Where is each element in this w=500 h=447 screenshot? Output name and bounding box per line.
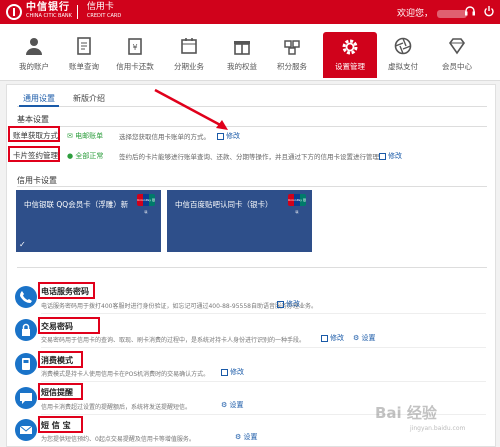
nav-settings[interactable]: 设置管理	[323, 32, 377, 78]
mail-icon	[15, 419, 37, 441]
aperture-icon	[394, 37, 412, 55]
edit-icon	[217, 132, 224, 140]
nav-label: 信用卡还款	[116, 62, 154, 71]
citic-logo-icon	[6, 4, 22, 20]
card-signing-status: ● 全部正常	[67, 152, 104, 160]
highlight-box	[38, 383, 83, 400]
person-icon	[26, 38, 42, 55]
logo-en-text: CHINA CITIC BANK	[26, 13, 72, 19]
card-signing-edit-link[interactable]: 修改	[379, 151, 402, 161]
nav-bill-query[interactable]: 账单查询	[57, 24, 111, 80]
highlight-box	[8, 146, 60, 162]
card-name: 中信银联 QQ会员卡（浮雕）新	[24, 200, 129, 209]
nav-repayment[interactable]: ¥ 信用卡还款	[108, 24, 162, 80]
envelope-icon: ✉	[67, 132, 76, 140]
pos-icon	[15, 353, 37, 375]
gear-small-icon: ⚙	[353, 334, 362, 342]
unionpay-logo: UnionPay 银联	[137, 194, 155, 214]
card-icon: ¥	[128, 38, 142, 55]
highlight-box	[38, 282, 95, 299]
gear-small-icon: ⚙	[221, 401, 230, 409]
tab-general-settings[interactable]: 通用设置	[19, 92, 59, 107]
card-settings-title: 信用卡设置	[17, 176, 57, 185]
credit-card-baidu[interactable]: 中信百度贴吧认同卡（银卡） UnionPay 银联	[167, 190, 312, 252]
trade-password-desc: 交易密码用于信用卡的查询、取现、刷卡消费的过程中，是系统对持卡人身份进行识别的一…	[41, 337, 306, 344]
product-name: 信用卡	[86, 2, 114, 12]
highlight-box	[38, 416, 83, 433]
main-nav: 我的账户 账单查询 ¥ 信用卡还款 分期业务 我的权益 积分服务 设置管理 虚拟…	[0, 24, 500, 81]
power-icon[interactable]	[483, 5, 495, 17]
edit-icon	[221, 368, 228, 376]
bill-method-status: ✉ 电邮账单	[67, 132, 104, 140]
edit-icon	[321, 334, 328, 342]
points-icon	[284, 40, 300, 55]
phone-password-desc: 电话服务密码用于拨打400客服时进行身份验证，如忘记可通过400-88-9555…	[41, 303, 317, 310]
nav-label: 会员中心	[442, 62, 472, 71]
sms-alert-set-link[interactable]: ⚙ 设置	[221, 400, 244, 410]
gear-icon	[342, 39, 358, 55]
phone-password-edit-link[interactable]: 修改	[277, 299, 300, 309]
nav-label: 虚拟支付	[388, 62, 418, 71]
highlight-box	[8, 126, 60, 142]
unionpay-logo: UnionPay 银联	[288, 194, 306, 214]
selected-check-icon: ✓	[19, 240, 26, 249]
settings-panel: 通用设置 新版介绍 基本设置 账单获取方式 ✉ 电邮账单 选择您获取信用卡账单的…	[6, 84, 496, 447]
bill-method-desc: 选择您获取信用卡账单的方式。	[119, 133, 210, 141]
edit-icon	[277, 300, 284, 308]
spend-mode-desc: 消费模式是持卡人使用信用卡在POS机消费时的交易确认方式。	[41, 371, 210, 378]
baidu-watermark: Bai 经验	[375, 404, 437, 422]
bank-logo[interactable]: 中信银行 CHINA CITIC BANK 信用卡 CREDIT CARD	[6, 3, 121, 21]
phone-icon	[15, 286, 37, 308]
product-name-en: CREDIT CARD	[86, 13, 122, 19]
card-signing-desc: 签约后的卡片能够进行账单查询、还款、分期等操作，并且通过下方的信用卡设置进行管理	[119, 153, 379, 161]
nav-label: 分期业务	[174, 62, 204, 71]
username-blurred	[437, 9, 468, 18]
gift-icon	[234, 41, 250, 55]
nav-virtual-pay[interactable]: 虚拟支付	[376, 24, 430, 80]
sms-treasure-set-link[interactable]: ⚙ 设置	[235, 432, 258, 442]
highlight-box	[38, 317, 100, 334]
sms-icon	[15, 387, 37, 409]
trade-password-edit-link[interactable]: 修改	[321, 333, 344, 343]
nav-label: 积分服务	[277, 62, 307, 71]
sms-alert-desc: 信用卡消费超过设置的提醒额后，系统将发送提醒短信。	[41, 404, 192, 411]
bill-icon	[77, 37, 91, 55]
settings-tabs: 通用设置 新版介绍	[17, 92, 487, 107]
trade-password-set-link[interactable]: ⚙ 设置	[353, 333, 376, 343]
nav-installment[interactable]: 分期业务	[162, 24, 216, 80]
diamond-icon	[449, 38, 465, 55]
gear-small-icon: ⚙	[235, 433, 244, 441]
credit-card-qq[interactable]: 中信银联 QQ会员卡（浮雕）新 UnionPay 银联 ✓	[16, 190, 161, 252]
nav-label: 设置管理	[335, 62, 365, 71]
nav-member-center[interactable]: 会员中心	[430, 24, 484, 80]
headset-icon[interactable]	[464, 5, 476, 17]
sms-treasure-desc: 为您提供短信预约、0起点交易提醒及信用卡等增值服务。	[41, 436, 195, 443]
highlight-box	[38, 351, 83, 368]
basic-settings-title: 基本设置	[17, 115, 49, 124]
svg-text:¥: ¥	[132, 43, 137, 52]
nav-label: 我的权益	[227, 62, 257, 71]
nav-my-rights[interactable]: 我的权益	[215, 24, 269, 80]
card-name: 中信百度贴吧认同卡（银卡）	[175, 200, 273, 209]
nav-label: 账单查询	[69, 62, 99, 71]
tab-new-version[interactable]: 新版介绍	[69, 92, 109, 105]
welcome-text: 欢迎您，	[397, 6, 468, 19]
nav-points[interactable]: 积分服务	[265, 24, 319, 80]
top-bar: 中信银行 CHINA CITIC BANK 信用卡 CREDIT CARD 欢迎…	[0, 0, 500, 24]
spend-mode-edit-link[interactable]: 修改	[221, 367, 244, 377]
logo-cn-text: 中信银行	[26, 2, 70, 13]
edit-icon	[379, 152, 386, 160]
lock-icon	[15, 319, 37, 341]
nav-label: 我的账户	[19, 62, 49, 71]
nav-my-account[interactable]: 我的账户	[7, 24, 61, 80]
baidu-watermark-url: jingyan.baidu.com	[410, 425, 466, 432]
calendar-icon	[181, 38, 197, 54]
bill-method-edit-link[interactable]: 修改	[217, 131, 240, 141]
